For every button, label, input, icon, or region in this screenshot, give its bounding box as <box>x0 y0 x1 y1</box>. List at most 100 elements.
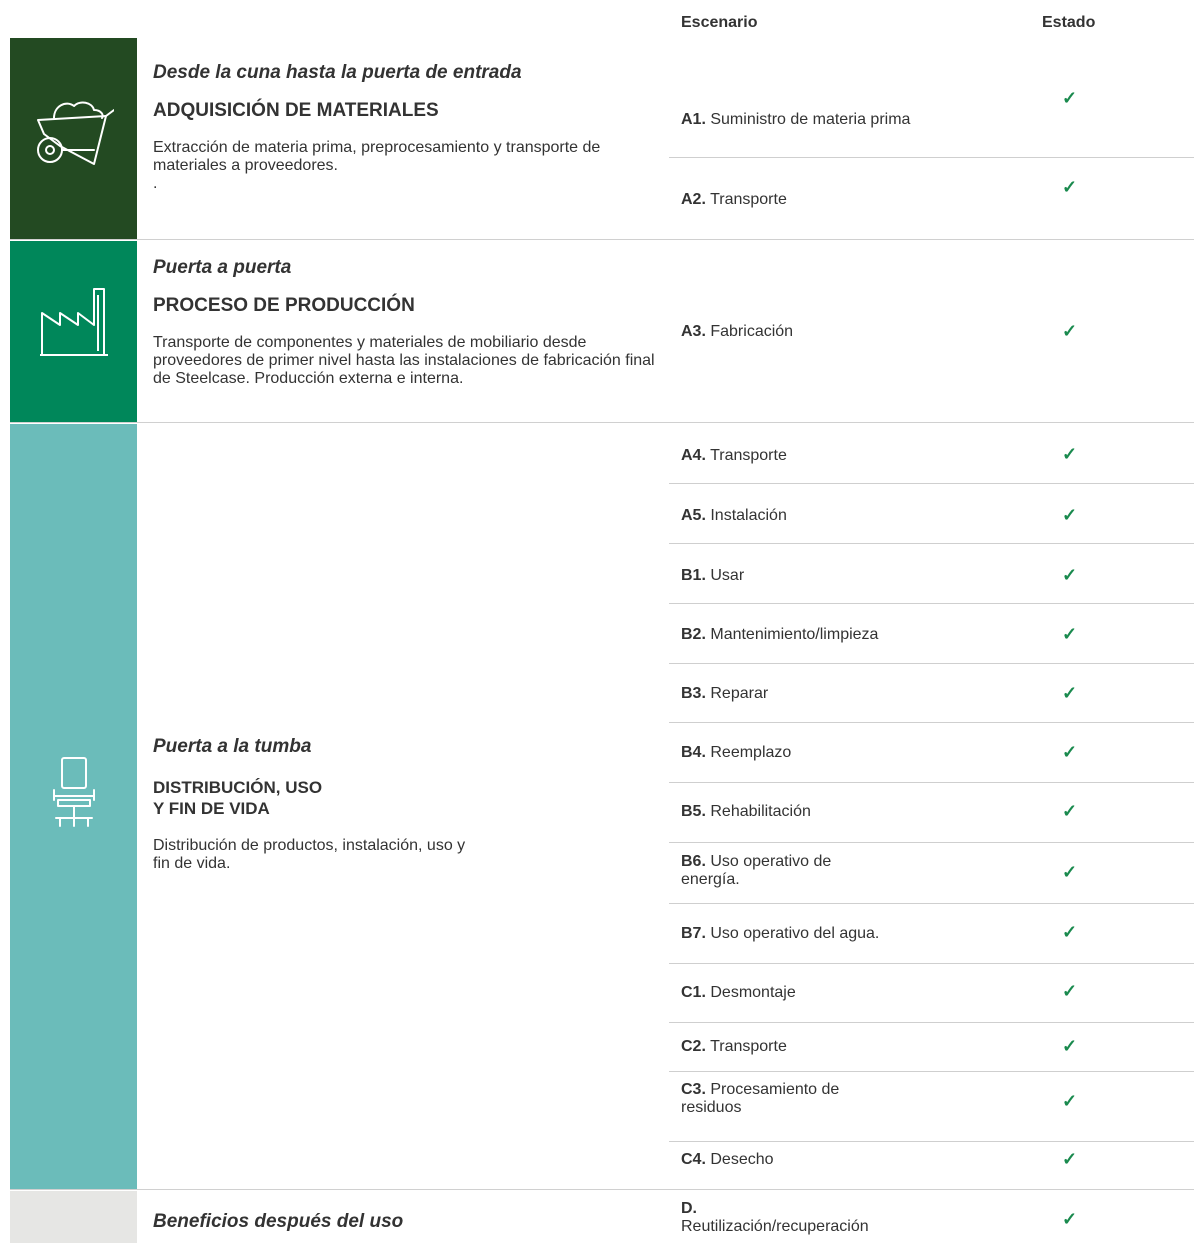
scenario-name: Rehabilitación <box>710 803 811 820</box>
scenario-name: Reutilización/recuperación <box>681 1218 869 1235</box>
scenario-row: C1. Desmontaje ✓ <box>669 965 1194 1023</box>
status-check: ✓ <box>1062 444 1078 464</box>
scenario-label: B2. Mantenimiento/limpieza <box>681 626 921 644</box>
scenario-name: Reemplazo <box>710 744 792 761</box>
scenario-code: A1. <box>681 111 706 128</box>
row-divider <box>669 1022 1194 1023</box>
stage-description: Distribución de productos, instalación, … <box>153 837 466 872</box>
row-divider <box>669 663 1194 664</box>
status-check: ✓ <box>1062 801 1078 821</box>
office-chair-icon <box>52 756 96 835</box>
scenario-label: B3. Reparar <box>681 685 921 703</box>
scenario-label: A4. Transporte <box>681 447 921 465</box>
scenario-row: C4. Desecho ✓ <box>669 1143 1194 1190</box>
scenario-name: Fabricación <box>710 323 794 340</box>
status-check: ✓ <box>1062 1209 1078 1229</box>
row-divider <box>669 903 1194 904</box>
scenario-code: C1. <box>681 984 706 1001</box>
stage-color-block <box>10 1191 137 1243</box>
scenario-label: B1. Usar <box>681 567 921 585</box>
stage-text: Beneficios después del uso <box>153 1211 663 1233</box>
scenario-row: B1. Usar ✓ <box>669 545 1194 604</box>
scenario-code: B4. <box>681 744 706 761</box>
scenario-code: C2. <box>681 1038 706 1055</box>
status-check: ✓ <box>1062 505 1078 525</box>
scenario-column-header: Escenario <box>681 14 758 31</box>
scenario-label: D. Reutilización/recuperación <box>681 1200 921 1236</box>
scenario-code: C3. <box>681 1081 706 1098</box>
stage-subtitle: Desde la cuna hasta la puerta de entrada <box>153 62 522 83</box>
status-check: ✓ <box>1062 981 1078 1001</box>
row-divider <box>669 963 1194 964</box>
scenario-name: Suministro de materia prima <box>710 111 911 128</box>
scenario-name: Transporte <box>710 1038 787 1055</box>
scenario-row: C2. Transporte ✓ <box>669 1024 1194 1072</box>
row-divider <box>669 483 1194 484</box>
status-check: ✓ <box>1062 683 1078 703</box>
scenario-label: C4. Desecho <box>681 1151 921 1169</box>
scenario-label: B6. Uso operativo de energía. <box>681 853 881 889</box>
scenario-name: Transporte <box>710 191 787 208</box>
status-check: ✓ <box>1062 1149 1078 1169</box>
row-divider <box>669 157 1194 158</box>
scenario-code: B1. <box>681 567 706 584</box>
status-check: ✓ <box>1062 321 1078 341</box>
scenario-code: A2. <box>681 191 706 208</box>
scenario-code: A5. <box>681 507 706 524</box>
status-check: ✓ <box>1062 742 1078 762</box>
scenario-row: A5. Instalación ✓ <box>669 485 1194 544</box>
scenario-code: A4. <box>681 447 706 464</box>
scenario-label: A3. Fabricación <box>681 323 921 341</box>
status-check: ✓ <box>1062 88 1078 108</box>
status-check: ✓ <box>1062 177 1078 197</box>
scenario-code: B6. <box>681 853 706 870</box>
stage-subtitle: Puerta a la tumba <box>153 736 312 757</box>
scenario-label: B4. Reemplazo <box>681 744 921 762</box>
scenario-label: A2. Transporte <box>681 191 921 209</box>
scenario-name: Uso operativo del agua. <box>710 925 880 942</box>
status-check: ✓ <box>1062 624 1078 644</box>
scenario-name: Desecho <box>710 1151 774 1168</box>
scenario-row: A1. Suministro de materia prima ✓ <box>669 38 1194 158</box>
scenario-code: C4. <box>681 1151 706 1168</box>
scenario-row: B3. Reparar ✓ <box>669 665 1194 723</box>
scenario-row: A3. Fabricación ✓ <box>669 241 1194 423</box>
status-check: ✓ <box>1062 1091 1078 1111</box>
stage-text: Puerta a la tumba DISTRIBUCIÓN, USO Y FI… <box>153 736 663 873</box>
scenario-label: C2. Transporte <box>681 1038 921 1056</box>
row-divider <box>669 842 1194 843</box>
stage-subtitle: Puerta a puerta <box>153 257 292 278</box>
stage-title: PROCESO DE PRODUCCIÓN <box>153 295 415 316</box>
scenario-label: B7. Uso operativo del agua. <box>681 925 921 943</box>
scenario-name: Usar <box>710 567 745 584</box>
scenario-code: B3. <box>681 685 706 702</box>
scenario-row: B6. Uso operativo de energía. ✓ <box>669 844 1194 904</box>
status-check: ✓ <box>1062 862 1078 882</box>
row-divider <box>669 782 1194 783</box>
scenario-label: A5. Instalación <box>681 507 921 525</box>
scenario-code: B7. <box>681 925 706 942</box>
stage-text: Desde la cuna hasta la puerta de entrada… <box>153 62 663 193</box>
wheelbarrow-icon <box>32 98 115 173</box>
scenario-code: B5. <box>681 803 706 820</box>
status-column-header: Estado <box>1042 14 1096 31</box>
status-check: ✓ <box>1062 922 1078 942</box>
scenario-row: B7. Uso operativo del agua. ✓ <box>669 905 1194 964</box>
scenario-name: Mantenimiento/limpieza <box>710 626 879 643</box>
scenario-row: C3. Procesamiento de residuos ✓ <box>669 1073 1194 1142</box>
scenario-label: C1. Desmontaje <box>681 984 921 1002</box>
stage-title: ADQUISICIÓN DE MATERIALES <box>153 100 439 121</box>
scenario-row: D. Reutilización/recuperación ✓ <box>669 1191 1194 1243</box>
status-check: ✓ <box>1062 1036 1078 1056</box>
scenario-name: Transporte <box>710 447 787 464</box>
scenario-code: B2. <box>681 626 706 643</box>
scenario-row: A2. Transporte ✓ <box>669 159 1194 240</box>
row-divider <box>669 1141 1194 1142</box>
scenario-code: A3. <box>681 323 706 340</box>
scenario-row: B5. Rehabilitación ✓ <box>669 784 1194 843</box>
factory-icon <box>40 285 110 362</box>
scenario-code: D. <box>681 1200 697 1217</box>
scenario-row: A4. Transporte ✓ <box>669 424 1194 484</box>
stage-title: DISTRIBUCIÓN, USO Y FIN DE VIDA <box>153 778 323 818</box>
scenario-label: A1. Suministro de materia prima <box>681 111 921 129</box>
